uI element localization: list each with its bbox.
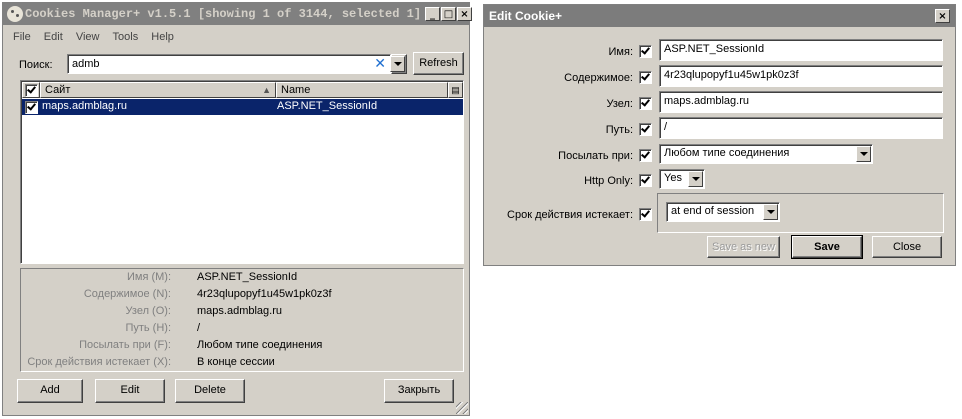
cookie-app-icon — [7, 6, 23, 22]
close-manager-button[interactable]: Закрыть — [384, 379, 454, 403]
row-name: ASP.NET_SessionId — [277, 100, 378, 112]
menu-edit[interactable]: Edit — [44, 31, 63, 43]
column-picker-icon[interactable]: ▤ — [448, 82, 463, 98]
dialog-close-icon[interactable]: × — [935, 9, 950, 23]
host-field[interactable]: maps.admblag.ru — [659, 91, 943, 113]
httponly-checkbox[interactable] — [639, 174, 652, 187]
info-send-label: Посылать при (F): — [79, 339, 171, 351]
cookies-manager-window: Cookies Manager+ v1.5.1 [showing 1 of 31… — [2, 2, 472, 416]
send-for-label: Посылать при: — [558, 150, 633, 162]
info-host-label: Узел (O): — [125, 305, 171, 317]
cookie-info-panel: Имя (M): ASP.NET_SessionId Содержимое (N… — [20, 268, 464, 372]
name-checkbox[interactable] — [639, 45, 652, 58]
column-name-label: Name — [281, 84, 311, 96]
name-label: Имя: — [608, 46, 633, 58]
close-icon[interactable]: × — [457, 7, 472, 21]
dropdown-arrow-icon — [390, 56, 405, 72]
cookie-list[interactable]: Сайт ▲ Name ▤ maps.admblag.ru ASP.NET_Se… — [20, 80, 464, 264]
content-field[interactable]: 4r23qlupopyf1u45w1pk0z3f — [659, 65, 943, 87]
name-field[interactable]: ASP.NET_SessionId — [659, 39, 943, 61]
refresh-button[interactable]: Refresh — [413, 52, 464, 75]
menu-bar: File Edit View Tools Help — [3, 27, 469, 47]
menu-help[interactable]: Help — [151, 31, 174, 43]
httponly-select[interactable]: Yes — [659, 169, 705, 189]
clear-search-icon[interactable]: ✕ — [374, 56, 386, 72]
httponly-value: Yes — [664, 172, 682, 184]
info-send-value: Любом типе соединения — [197, 339, 323, 351]
expires-value: at end of session — [671, 205, 755, 217]
column-name-header[interactable]: Name — [276, 82, 448, 98]
add-button[interactable]: Add — [17, 379, 83, 403]
info-name-label: Имя (M): — [126, 271, 171, 283]
table-row[interactable]: maps.admblag.ru ASP.NET_SessionId — [22, 99, 463, 115]
info-content-value: 4r23qlupopyf1u45w1pk0z3f — [197, 288, 332, 300]
column-site-label: Сайт — [45, 84, 71, 96]
info-expires-value: В конце сессии — [197, 356, 275, 368]
path-checkbox[interactable] — [639, 123, 652, 136]
search-value: admb — [72, 58, 100, 70]
search-dropdown-button[interactable] — [390, 54, 407, 74]
send-for-value: Любом типе соединения — [664, 147, 790, 159]
expires-checkbox[interactable] — [639, 208, 652, 221]
sort-ascending-icon: ▲ — [262, 85, 271, 95]
close-dialog-button[interactable]: Close — [872, 236, 942, 258]
path-field[interactable]: / — [659, 117, 943, 139]
expires-select[interactable]: at end of session — [666, 202, 780, 222]
edit-titlebar[interactable]: Edit Cookie+ × — [484, 5, 955, 27]
menu-tools[interactable]: Tools — [113, 31, 139, 43]
info-host-value: maps.admblag.ru — [197, 305, 282, 317]
edit-cookie-dialog: Edit Cookie+ × Имя: ASP.NET_SessionId Со… — [483, 4, 956, 266]
select-all-checkbox[interactable] — [25, 84, 38, 97]
info-path-label: Путь (H): — [125, 322, 171, 334]
host-label: Узел: — [606, 98, 633, 110]
cm-title: Cookies Manager+ v1.5.1 [showing 1 of 31… — [25, 7, 422, 21]
host-checkbox[interactable] — [639, 97, 652, 110]
send-for-checkbox[interactable] — [639, 149, 652, 162]
menu-view[interactable]: View — [76, 31, 100, 43]
dropdown-arrow-icon — [856, 146, 871, 162]
cm-titlebar[interactable]: Cookies Manager+ v1.5.1 [showing 1 of 31… — [3, 3, 472, 25]
info-content-label: Содержимое (N): — [83, 288, 171, 300]
httponly-label: Http Only: — [584, 175, 633, 187]
search-label: Поиск: — [19, 59, 53, 71]
info-name-value: ASP.NET_SessionId — [197, 271, 298, 283]
expires-label: Срок действия истекает: — [507, 209, 633, 221]
send-for-select[interactable]: Любом типе соединения — [659, 144, 873, 164]
save-button[interactable]: Save — [791, 235, 863, 259]
info-expires-label: Срок действия истекает (X): — [27, 356, 171, 368]
content-checkbox[interactable] — [639, 71, 652, 84]
row-checkbox[interactable] — [25, 101, 38, 114]
search-input[interactable]: admb ✕ — [67, 54, 391, 74]
path-label: Путь: — [605, 124, 633, 136]
edit-button[interactable]: Edit — [95, 379, 165, 403]
minimize-icon[interactable]: _ — [425, 7, 440, 21]
row-site: maps.admblag.ru — [42, 100, 127, 112]
column-site-header[interactable]: Сайт ▲ — [40, 82, 276, 98]
menu-file[interactable]: File — [13, 31, 31, 43]
expires-group: at end of session — [657, 193, 944, 233]
maximize-icon[interactable]: □ — [441, 7, 456, 21]
save-as-new-button[interactable]: Save as new — [707, 236, 780, 258]
delete-button[interactable]: Delete — [175, 379, 245, 403]
resize-grip-icon[interactable] — [456, 402, 468, 414]
dropdown-arrow-icon — [763, 204, 778, 220]
select-all-header[interactable] — [22, 82, 40, 98]
dropdown-arrow-icon — [688, 171, 703, 187]
info-path-value: / — [197, 322, 201, 334]
edit-title: Edit Cookie+ — [489, 9, 563, 23]
content-label: Содержимое: — [564, 72, 633, 84]
